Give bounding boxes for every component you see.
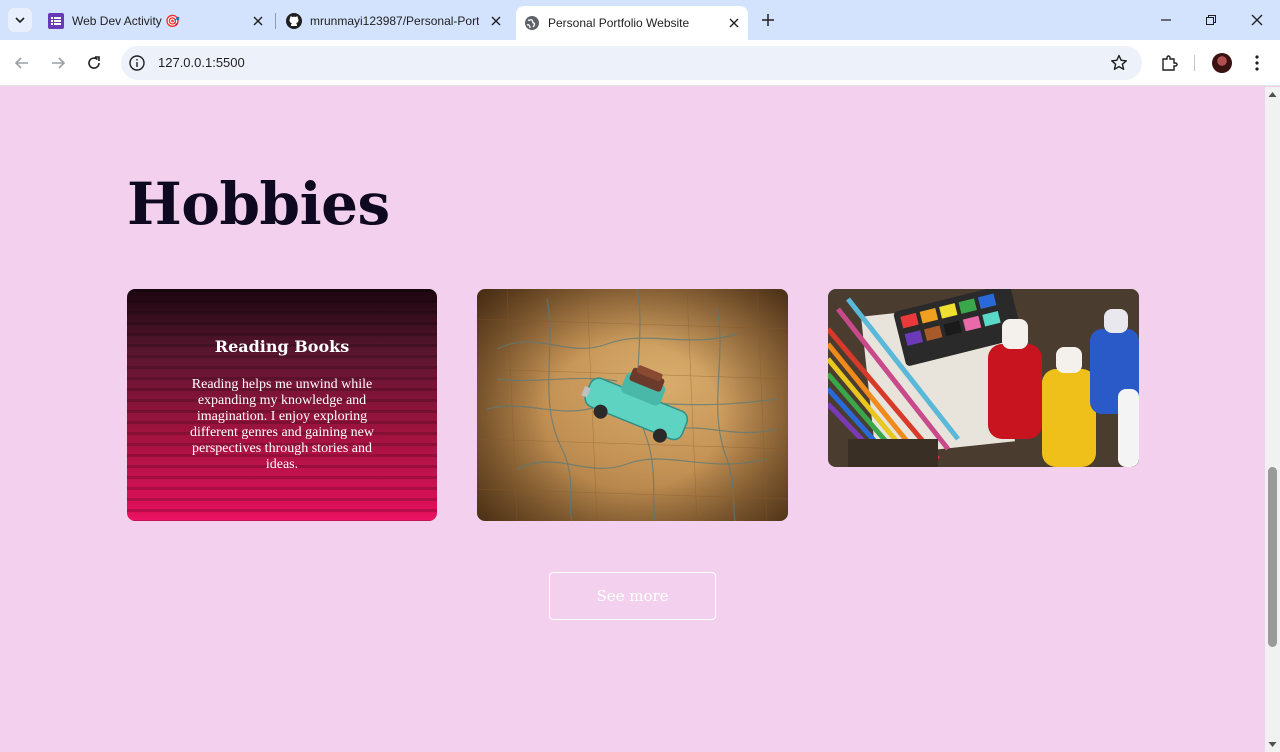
tab-title: mrunmayi123987/Personal-Port: [310, 14, 480, 28]
reload-icon: [88, 56, 100, 69]
scrollbar-thumb[interactable]: [1268, 467, 1277, 647]
page-scrollbar[interactable]: [1265, 87, 1280, 752]
profile-avatar[interactable]: [1212, 53, 1232, 73]
close-icon: [1251, 14, 1263, 26]
see-more-button[interactable]: See more: [549, 572, 716, 620]
tab-strip: Web Dev Activity 🎯 mrunmayi123987/Person…: [0, 0, 1280, 40]
restore-button[interactable]: [1201, 10, 1221, 30]
extensions-button[interactable]: [1158, 52, 1180, 74]
globe-icon: [524, 15, 540, 31]
new-tab-button[interactable]: [758, 10, 778, 30]
hobby-card-reading[interactable]: Reading Books Reading helps me unwind wh…: [127, 289, 437, 521]
site-info-icon[interactable]: [129, 55, 145, 71]
travel-image: [477, 289, 788, 521]
minimize-button[interactable]: [1156, 10, 1176, 30]
chevron-down-icon: [15, 17, 25, 24]
plus-icon: [762, 14, 774, 26]
page-viewport: Hobbies Reading Books Reading helps me u…: [0, 87, 1265, 752]
puzzle-icon: [1162, 55, 1178, 71]
restore-icon: [1206, 15, 1216, 25]
hobby-card-art[interactable]: [828, 289, 1139, 467]
minimize-icon: [1161, 19, 1171, 21]
tab-separator: [275, 13, 276, 29]
bookmark-star-icon[interactable]: [1110, 54, 1128, 72]
back-button[interactable]: [10, 51, 34, 75]
tab-search-button[interactable]: [8, 8, 32, 32]
art-supplies-image: [828, 289, 1139, 467]
forward-button[interactable]: [46, 51, 70, 75]
url-text[interactable]: 127.0.0.1:5500: [158, 55, 245, 70]
address-bar[interactable]: 127.0.0.1:5500: [121, 46, 1142, 80]
close-window-button[interactable]: [1247, 10, 1267, 30]
tab-title: Personal Portfolio Website: [548, 16, 690, 30]
tab-personal-portfolio[interactable]: Personal Portfolio Website: [516, 6, 748, 40]
scroll-down-arrow-icon[interactable]: [1268, 740, 1277, 749]
tab-title: Web Dev Activity 🎯: [72, 14, 181, 28]
arrow-right-icon: [52, 57, 66, 69]
forms-icon: [48, 13, 64, 29]
hobby-card-title: Reading Books: [214, 337, 350, 356]
toolbar-divider: [1194, 55, 1195, 71]
close-tab-icon[interactable]: [250, 13, 266, 29]
kebab-menu-icon: [1255, 55, 1259, 71]
arrow-left-icon: [14, 57, 28, 69]
hobby-card-travel[interactable]: [477, 289, 788, 521]
tab-web-dev-activity[interactable]: Web Dev Activity 🎯: [40, 6, 272, 36]
browser-toolbar: 127.0.0.1:5500: [0, 40, 1280, 86]
github-icon: [286, 13, 302, 29]
hobbies-heading: Hobbies: [127, 170, 390, 238]
reload-button[interactable]: [82, 51, 106, 75]
hobby-card-description: Reading helps me unwind while expanding …: [189, 377, 374, 472]
close-tab-icon[interactable]: [726, 15, 742, 31]
tab-github-repo[interactable]: mrunmayi123987/Personal-Port: [278, 6, 510, 36]
scroll-up-arrow-icon[interactable]: [1268, 90, 1277, 99]
browser-menu-button[interactable]: [1246, 52, 1268, 74]
close-tab-icon[interactable]: [488, 13, 504, 29]
